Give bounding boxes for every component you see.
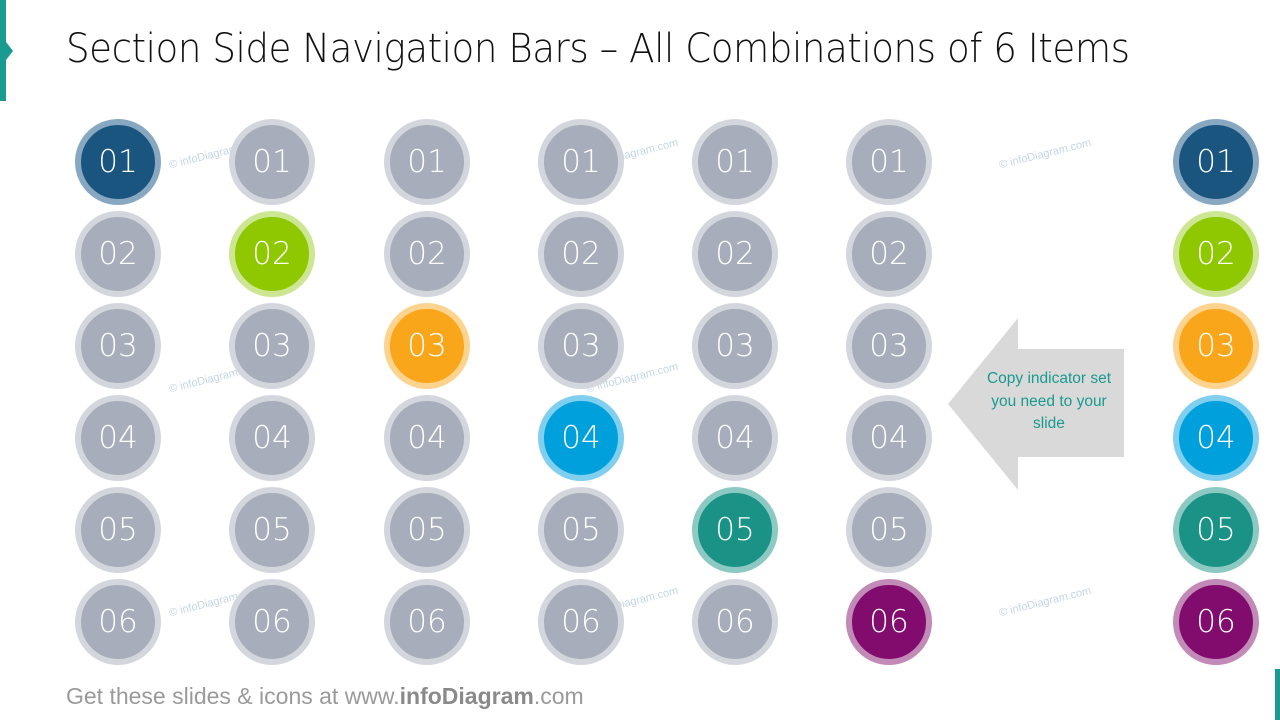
item-number: 02 — [869, 236, 909, 272]
footer-prefix: Get these slides & icons at www. — [66, 683, 400, 709]
nav-indicator-inactive: 03 — [75, 303, 161, 389]
item-number: 05 — [98, 512, 138, 548]
item-number: 06 — [1196, 604, 1236, 640]
full-set-indicator: 01 — [1173, 119, 1259, 205]
item-number: 05 — [1196, 512, 1236, 548]
nav-indicator-inactive: 05 — [384, 487, 470, 573]
item-number: 04 — [1196, 420, 1236, 456]
nav-indicator-inactive: 05 — [75, 487, 161, 573]
nav-indicator-inactive: 04 — [229, 395, 315, 481]
full-set-indicator: 04 — [1173, 395, 1259, 481]
full-set-indicator: 03 — [1173, 303, 1259, 389]
nav-indicator-active: 04 — [538, 395, 624, 481]
nav-indicator-inactive: 03 — [692, 303, 778, 389]
nav-indicator-inactive: 05 — [538, 487, 624, 573]
item-number: 02 — [252, 236, 292, 272]
item-number: 04 — [252, 420, 292, 456]
item-number: 01 — [715, 144, 755, 180]
nav-indicator-inactive: 02 — [75, 211, 161, 297]
item-number: 01 — [98, 144, 138, 180]
item-number: 03 — [407, 328, 447, 364]
nav-indicator-inactive: 03 — [538, 303, 624, 389]
nav-indicator-inactive: 02 — [384, 211, 470, 297]
item-number: 01 — [407, 144, 447, 180]
item-number: 05 — [869, 512, 909, 548]
item-number: 01 — [252, 144, 292, 180]
full-set-indicator: 05 — [1173, 487, 1259, 573]
footer-credit[interactable]: Get these slides & icons at www.infoDiag… — [66, 683, 584, 710]
nav-indicator-inactive: 02 — [692, 211, 778, 297]
item-number: 04 — [869, 420, 909, 456]
nav-indicator-inactive: 01 — [692, 119, 778, 205]
callout-text: Copy indicator set you need to your slid… — [986, 370, 1112, 432]
nav-indicator-active: 06 — [846, 579, 932, 665]
item-number: 04 — [715, 420, 755, 456]
nav-indicator-inactive: 02 — [538, 211, 624, 297]
slide-title: Section Side Navigation Bars – All Combi… — [66, 26, 1130, 72]
nav-indicator-inactive: 06 — [384, 579, 470, 665]
item-number: 05 — [407, 512, 447, 548]
item-number: 05 — [715, 512, 755, 548]
nav-indicator-inactive: 05 — [229, 487, 315, 573]
item-number: 04 — [561, 420, 601, 456]
nav-indicator-active: 02 — [229, 211, 315, 297]
nav-indicator-inactive: 03 — [846, 303, 932, 389]
item-number: 03 — [252, 328, 292, 364]
left-accent-notch — [6, 42, 13, 60]
item-number: 01 — [561, 144, 601, 180]
nav-indicator-active: 01 — [75, 119, 161, 205]
item-number: 01 — [869, 144, 909, 180]
item-number: 03 — [869, 328, 909, 364]
nav-indicator-active: 03 — [384, 303, 470, 389]
footer-suffix: .com — [533, 683, 584, 709]
item-number: 02 — [407, 236, 447, 272]
nav-indicator-inactive: 05 — [846, 487, 932, 573]
item-number: 03 — [98, 328, 138, 364]
item-number: 04 — [407, 420, 447, 456]
nav-indicator-inactive: 02 — [846, 211, 932, 297]
item-number: 06 — [98, 604, 138, 640]
item-number: 02 — [561, 236, 601, 272]
item-number: 03 — [561, 328, 601, 364]
right-accent-bar — [1275, 669, 1280, 720]
item-number: 05 — [252, 512, 292, 548]
item-number: 06 — [407, 604, 447, 640]
item-number: 06 — [561, 604, 601, 640]
nav-indicator-inactive: 04 — [692, 395, 778, 481]
item-number: 03 — [715, 328, 755, 364]
nav-indicator-inactive: 01 — [384, 119, 470, 205]
item-number: 06 — [252, 604, 292, 640]
nav-indicator-inactive: 04 — [384, 395, 470, 481]
item-number: 06 — [869, 604, 909, 640]
footer-brand: infoDiagram — [399, 683, 534, 709]
full-set-indicator: 06 — [1173, 579, 1259, 665]
nav-indicator-active: 05 — [692, 487, 778, 573]
item-number: 03 — [1196, 328, 1236, 364]
item-number: 06 — [715, 604, 755, 640]
nav-indicator-inactive: 04 — [75, 395, 161, 481]
full-set-indicator: 02 — [1173, 211, 1259, 297]
nav-indicator-inactive: 01 — [229, 119, 315, 205]
item-number: 05 — [561, 512, 601, 548]
nav-indicator-inactive: 06 — [538, 579, 624, 665]
item-number: 02 — [1196, 236, 1236, 272]
watermark-text: © infoDiagram.com — [997, 136, 1093, 172]
item-number: 01 — [1196, 144, 1236, 180]
nav-indicator-inactive: 06 — [692, 579, 778, 665]
nav-indicator-inactive: 01 — [538, 119, 624, 205]
nav-indicator-inactive: 04 — [846, 395, 932, 481]
nav-indicator-inactive: 01 — [846, 119, 932, 205]
item-number: 02 — [98, 236, 138, 272]
item-number: 02 — [715, 236, 755, 272]
nav-indicator-inactive: 06 — [229, 579, 315, 665]
nav-indicator-inactive: 06 — [75, 579, 161, 665]
watermark-text: © infoDiagram.com — [997, 584, 1093, 620]
nav-indicator-inactive: 03 — [229, 303, 315, 389]
item-number: 04 — [98, 420, 138, 456]
